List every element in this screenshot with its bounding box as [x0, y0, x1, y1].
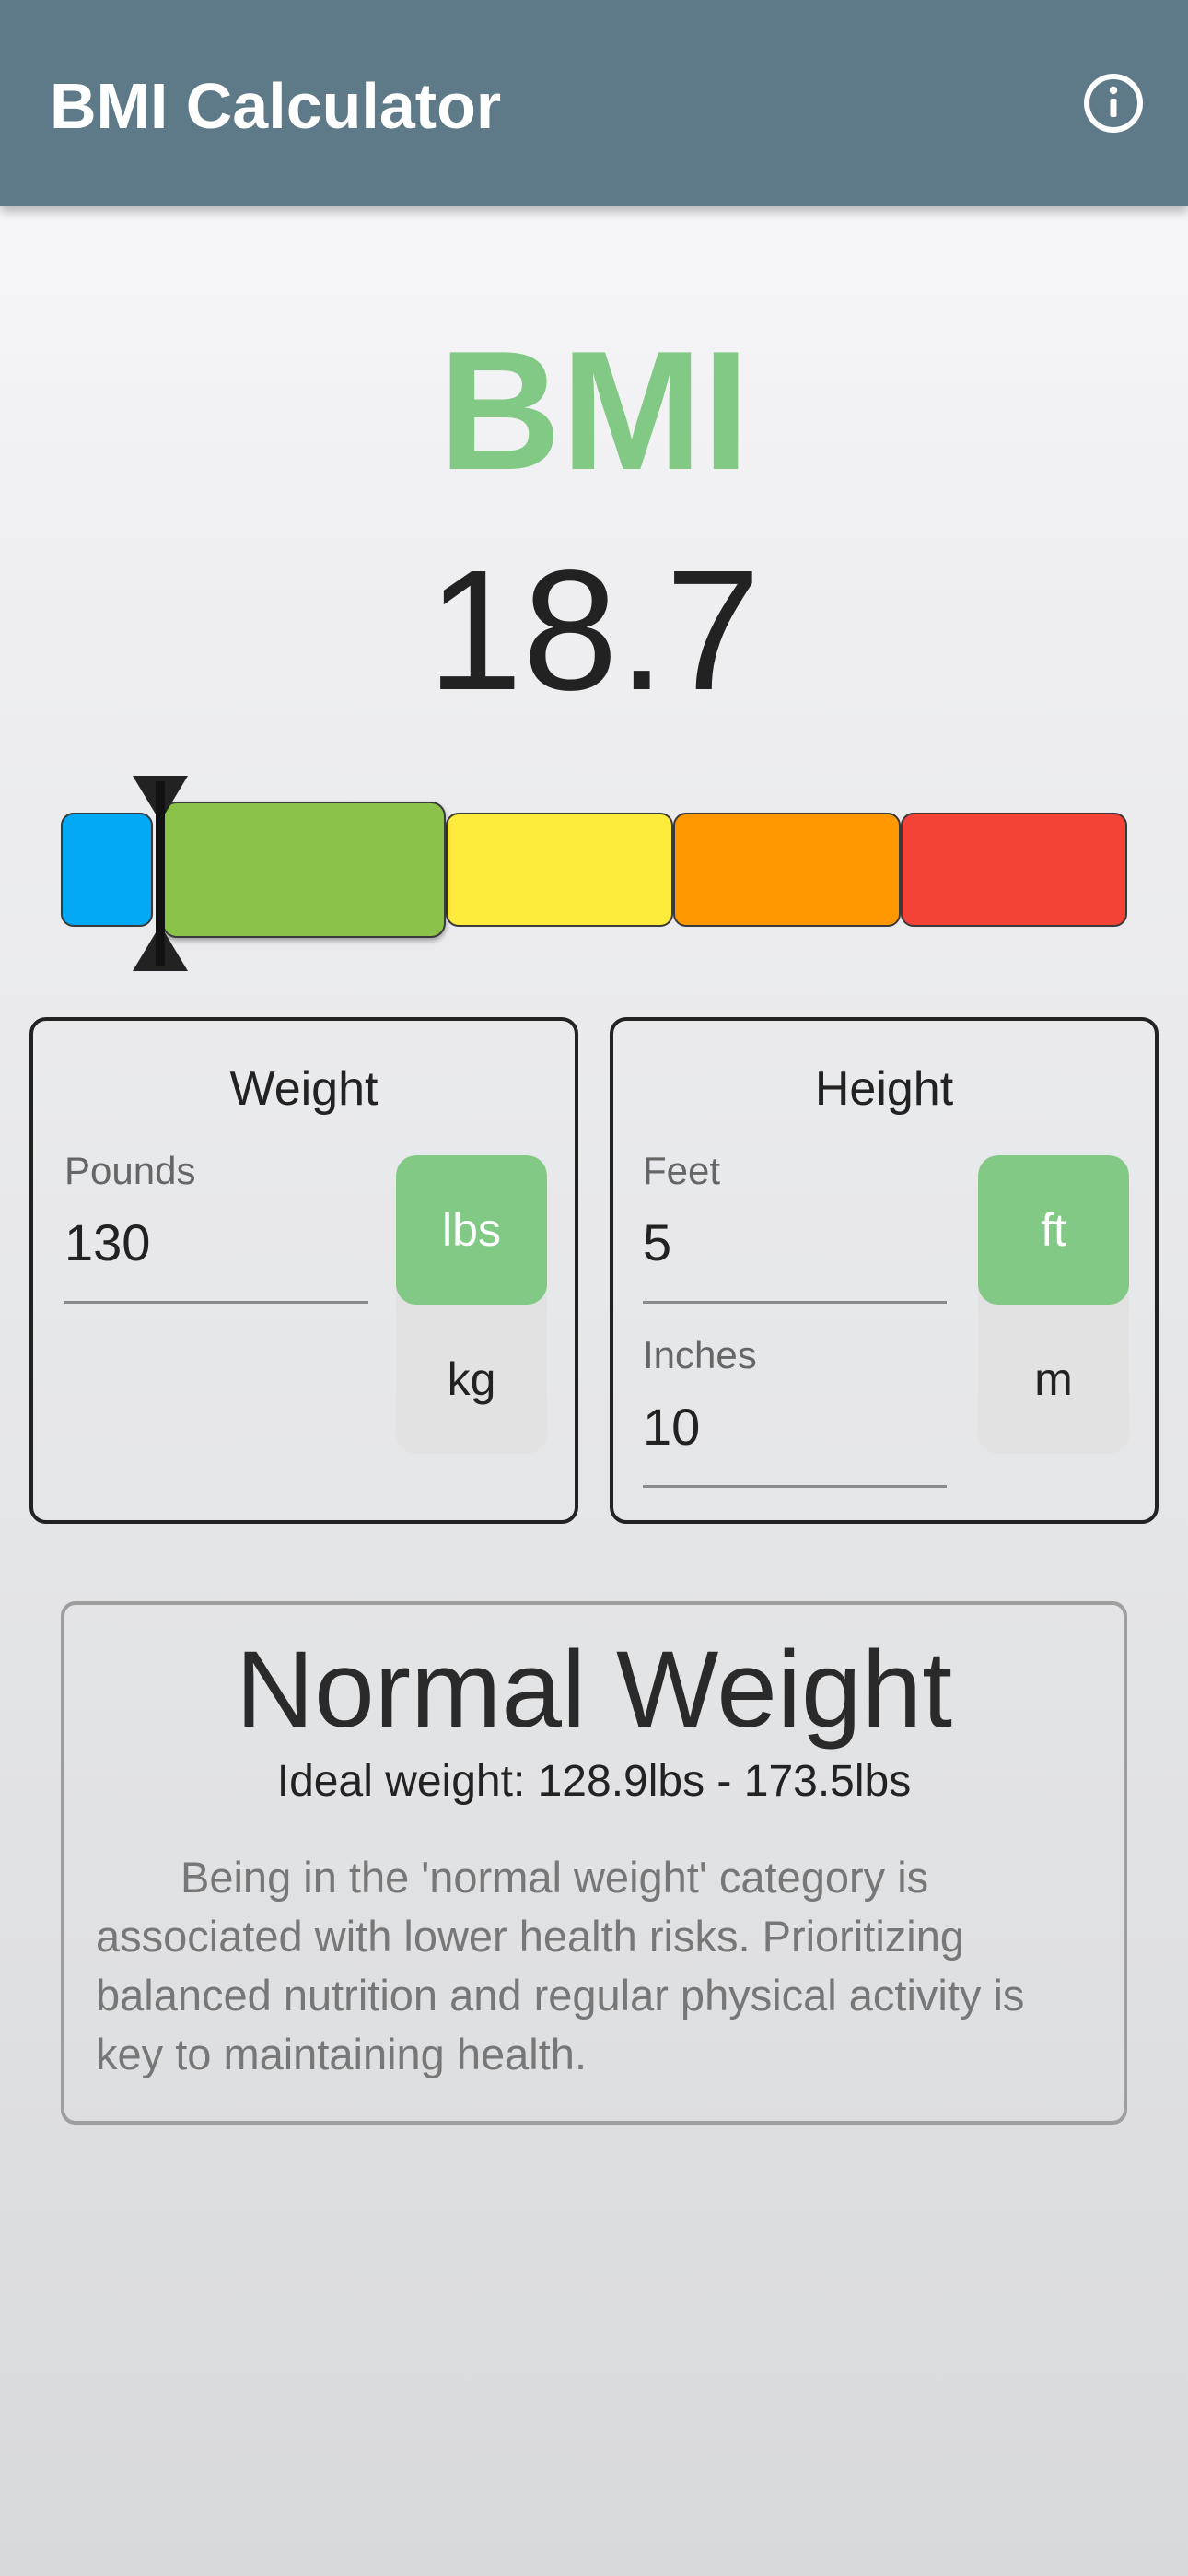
- feet-input-underline: [643, 1301, 947, 1304]
- feet-label: Feet: [643, 1149, 721, 1192]
- weight-unit-kg-button[interactable]: kg: [396, 1305, 547, 1454]
- feet-input[interactable]: 5: [643, 1212, 671, 1273]
- hourglass-marker-icon: [133, 776, 188, 971]
- height-unit-ft-button[interactable]: ft: [978, 1155, 1129, 1305]
- weight-unit-lbs-button[interactable]: lbs: [396, 1155, 547, 1305]
- inches-label: Inches: [643, 1333, 757, 1376]
- pounds-input-underline: [64, 1301, 368, 1304]
- app-bar: BMI Calculator: [0, 0, 1188, 206]
- pounds-input[interactable]: 130: [64, 1212, 150, 1273]
- info-icon[interactable]: [1083, 73, 1144, 134]
- pounds-label: Pounds: [64, 1149, 196, 1192]
- weight-card-title: Weight: [229, 1062, 379, 1116]
- app-title: BMI Calculator: [50, 70, 502, 142]
- inches-input-underline: [643, 1485, 947, 1488]
- ideal-weight-text: Ideal weight: 128.9lbs - 173.5lbs: [276, 1757, 912, 1806]
- height-card-title: Height: [814, 1062, 954, 1116]
- bmi-value: 18.7: [426, 535, 761, 726]
- bmi-scale: [0, 765, 1188, 986]
- height-card: Height Feet 5 Inches 10 ft m: [610, 1017, 1159, 1524]
- weight-card: Weight Pounds 130 lbs kg: [29, 1017, 578, 1524]
- result-card: Normal Weight Ideal weight: 128.9lbs - 1…: [61, 1601, 1127, 2125]
- height-unit-m-button[interactable]: m: [978, 1305, 1129, 1454]
- inches-input[interactable]: 10: [643, 1397, 700, 1458]
- result-category: Normal Weight: [235, 1629, 953, 1751]
- weight-unit-toggle: lbs kg: [396, 1155, 547, 1454]
- height-unit-toggle: ft m: [978, 1155, 1129, 1454]
- bmi-label: BMI: [438, 315, 750, 505]
- result-description: Being in the 'normal weight' category is…: [96, 1853, 1025, 2078]
